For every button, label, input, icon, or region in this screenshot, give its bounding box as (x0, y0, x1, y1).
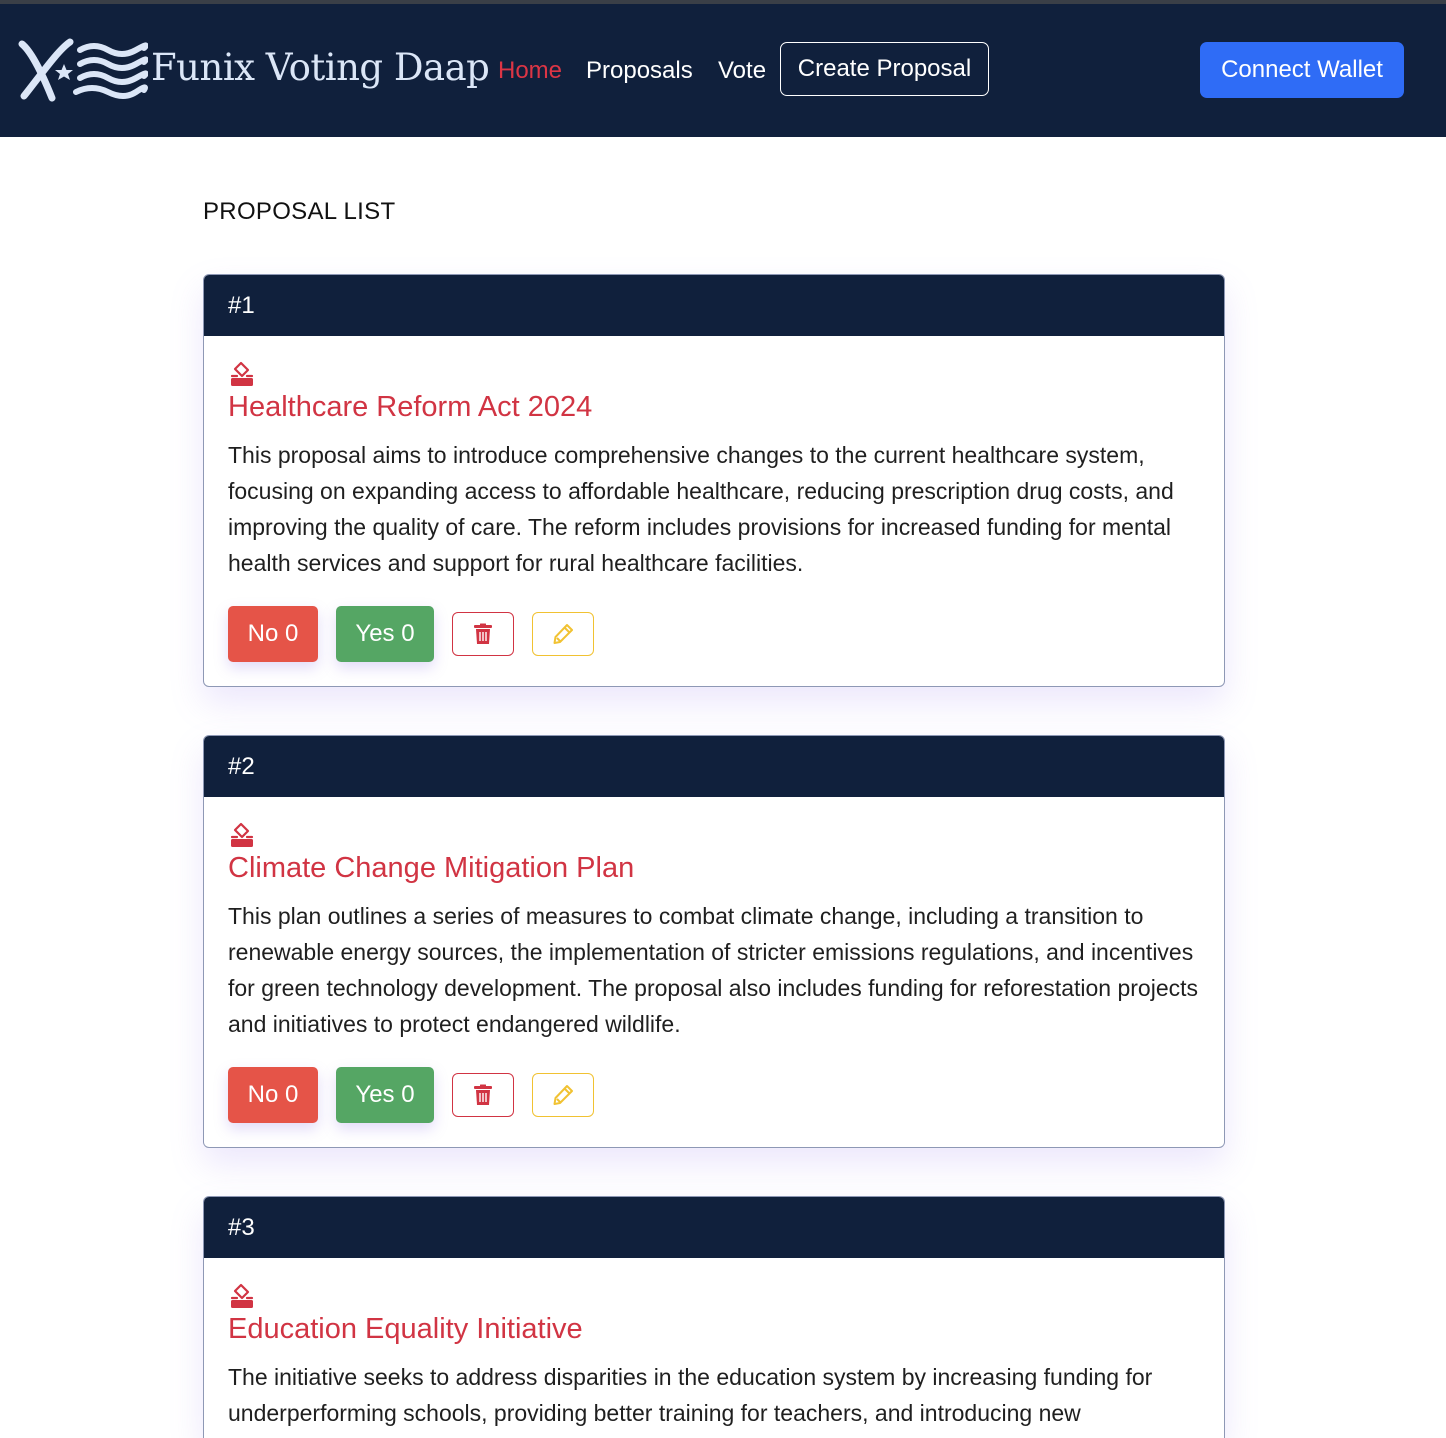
connect-wallet-button[interactable]: Connect Wallet (1200, 42, 1404, 98)
pencil-icon (553, 624, 573, 644)
proposal-body: Climate Change Mitigation Plan This plan… (204, 797, 1224, 1123)
proposal-title[interactable]: Climate Change Mitigation Plan (228, 849, 1200, 887)
delete-button[interactable] (452, 612, 514, 656)
navbar: Funix Voting Daap Home Proposals Vote Cr… (0, 4, 1446, 137)
ballot-box-icon (230, 822, 254, 847)
pencil-icon (553, 1085, 573, 1105)
proposal-description: This proposal aims to introduce comprehe… (228, 442, 1174, 576)
nav-home[interactable]: Home (498, 54, 562, 88)
proposal-body: Healthcare Reform Act 2024 This proposal… (204, 336, 1224, 662)
edit-button[interactable] (532, 612, 594, 656)
ballot-box-icon (230, 1283, 254, 1308)
proposal-card: #1 Healthcare Reform Act 2024 This propo… (203, 274, 1225, 687)
proposal-actions: No 0 Yes 0 (228, 1067, 1200, 1123)
trash-icon (474, 1084, 492, 1105)
logo-icon[interactable] (18, 38, 148, 102)
vote-no-button[interactable]: No 0 (228, 1067, 318, 1123)
proposal-number: #1 (204, 275, 1224, 336)
edit-button[interactable] (532, 1073, 594, 1117)
ballot-box-icon (230, 361, 254, 386)
trash-icon (474, 623, 492, 644)
page-title: PROPOSAL LIST (203, 198, 396, 225)
vote-no-button[interactable]: No 0 (228, 606, 318, 662)
proposal-description: The initiative seeks to address disparit… (228, 1364, 1153, 1426)
proposal-description: This plan outlines a series of measures … (228, 903, 1198, 1037)
proposal-title[interactable]: Education Equality Initiative (228, 1310, 1200, 1348)
proposal-number: #3 (204, 1197, 1224, 1258)
proposal-actions: No 0 Yes 0 (228, 606, 1200, 662)
create-proposal-button[interactable]: Create Proposal (780, 42, 989, 96)
proposal-card: #2 Climate Change Mitigation Plan This p… (203, 735, 1225, 1148)
delete-button[interactable] (452, 1073, 514, 1117)
vote-yes-button[interactable]: Yes 0 (336, 606, 434, 662)
nav-vote[interactable]: Vote (718, 54, 766, 88)
brand-name[interactable]: Funix Voting Daap (151, 42, 490, 94)
nav-proposals[interactable]: Proposals (586, 54, 693, 88)
proposal-number: #2 (204, 736, 1224, 797)
proposal-title[interactable]: Healthcare Reform Act 2024 (228, 388, 1200, 426)
vote-yes-button[interactable]: Yes 0 (336, 1067, 434, 1123)
proposal-card: #3 Education Equality Initiative The ini… (203, 1196, 1225, 1438)
proposal-body: Education Equality Initiative The initia… (204, 1258, 1224, 1431)
